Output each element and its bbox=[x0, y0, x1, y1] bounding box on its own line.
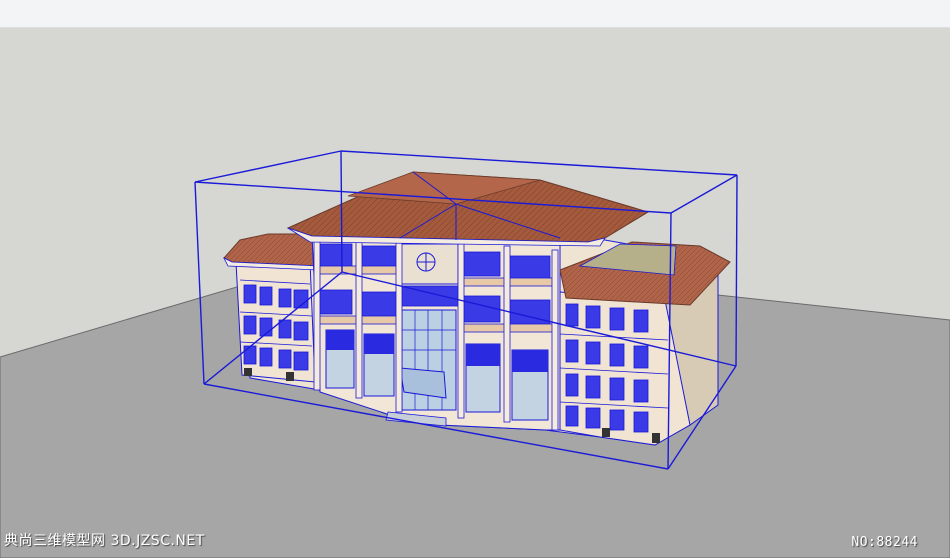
app-title-bar bbox=[0, 0, 950, 28]
scene-canvas[interactable] bbox=[0, 28, 950, 558]
3d-model-viewport[interactable]: 典尚三维模型网 3D.JZSC.NET NO:88244 bbox=[0, 28, 950, 558]
watermark-site-text: 典尚三维模型网 3D.JZSC.NET bbox=[4, 533, 205, 549]
watermark-model-number: NO:88244 bbox=[851, 535, 918, 550]
